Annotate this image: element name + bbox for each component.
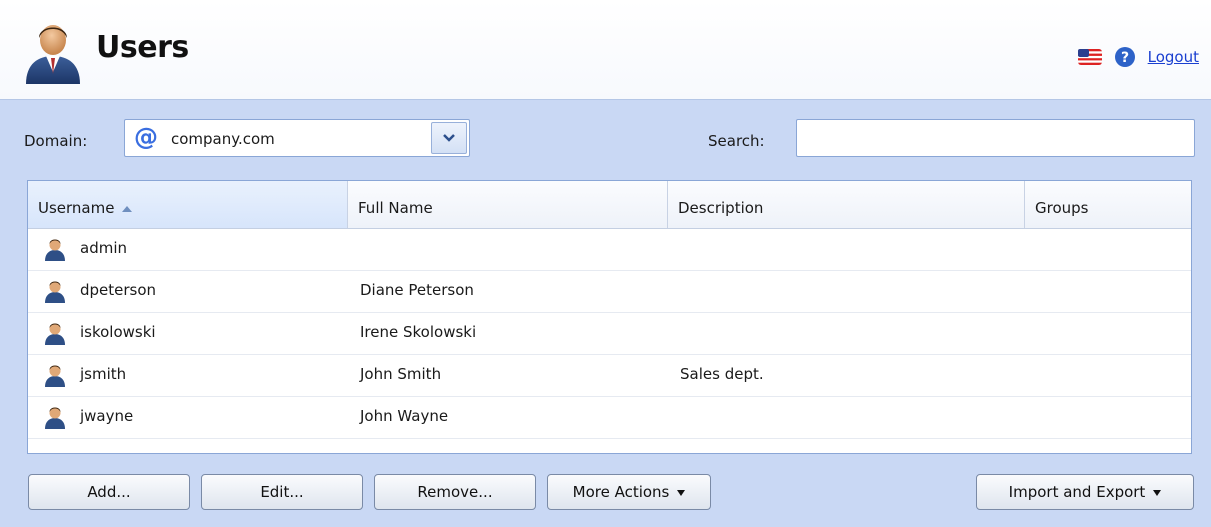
column-header-groups[interactable]: Groups xyxy=(1025,181,1191,228)
table-header: Username Full Name Description Groups xyxy=(28,181,1191,229)
page-header: Users ? Logout xyxy=(0,0,1211,100)
search-label: Search: xyxy=(708,132,765,150)
domain-select[interactable]: @ company.com xyxy=(124,119,470,157)
at-sign-icon: @ xyxy=(134,124,158,150)
users-table: Username Full Name Description Groups ad… xyxy=(27,180,1192,454)
full-name-cell: Irene Skolowski xyxy=(360,323,477,341)
user-icon xyxy=(45,323,65,345)
import-export-button[interactable]: Import and Export xyxy=(976,474,1194,510)
search-input[interactable] xyxy=(796,119,1195,157)
chevron-down-icon xyxy=(443,134,455,142)
username-cell: jwayne xyxy=(80,407,134,425)
column-header-full-name[interactable]: Full Name xyxy=(348,181,668,228)
column-header-username[interactable]: Username xyxy=(28,181,348,228)
table-row[interactable]: iskolowski Irene Skolowski xyxy=(28,313,1191,355)
table-row[interactable]: dpeterson Diane Peterson xyxy=(28,271,1191,313)
full-name-cell: Diane Peterson xyxy=(360,281,474,299)
caret-down-icon xyxy=(677,489,686,496)
table-row[interactable]: jwayne John Wayne xyxy=(28,397,1191,439)
domain-dropdown-button[interactable] xyxy=(431,122,467,154)
user-icon xyxy=(45,281,65,303)
table-row[interactable]: jsmith John Smith Sales dept. xyxy=(28,355,1191,397)
description-cell: Sales dept. xyxy=(680,365,764,383)
header-icons: ? Logout xyxy=(1077,46,1199,68)
table-row[interactable]: admin xyxy=(28,229,1191,271)
username-cell: iskolowski xyxy=(80,323,156,341)
edit-button[interactable]: Edit... xyxy=(201,474,363,510)
username-cell: admin xyxy=(80,239,127,257)
page-title: Users xyxy=(96,30,189,65)
full-name-cell: John Wayne xyxy=(360,407,449,425)
caret-down-icon xyxy=(1153,489,1162,496)
more-actions-button[interactable]: More Actions xyxy=(547,474,711,510)
username-cell: dpeterson xyxy=(80,281,157,299)
svg-text:?: ? xyxy=(1121,50,1129,66)
user-icon xyxy=(45,365,65,387)
column-header-description[interactable]: Description xyxy=(668,181,1025,228)
username-cell: jsmith xyxy=(80,365,127,383)
users-avatar-icon xyxy=(26,25,80,84)
remove-button[interactable]: Remove... xyxy=(374,474,536,510)
logout-link[interactable]: Logout xyxy=(1148,48,1199,66)
sort-ascending-icon xyxy=(122,205,133,212)
us-flag-icon[interactable] xyxy=(1077,49,1102,65)
svg-text:@: @ xyxy=(134,124,158,150)
help-icon[interactable]: ? xyxy=(1114,46,1136,68)
domain-value: company.com xyxy=(171,130,275,148)
user-icon xyxy=(45,407,65,429)
add-button[interactable]: Add... xyxy=(28,474,190,510)
full-name-cell: John Smith xyxy=(360,365,442,383)
user-icon xyxy=(45,239,65,261)
domain-label: Domain: xyxy=(24,132,88,150)
